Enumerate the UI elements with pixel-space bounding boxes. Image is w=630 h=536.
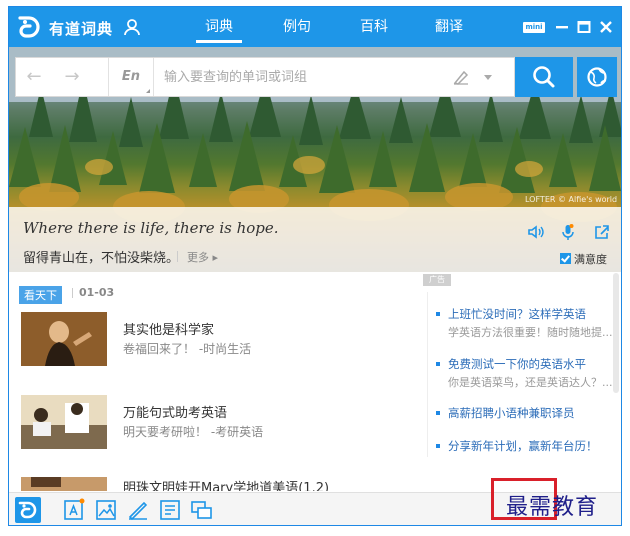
forward-arrow-icon[interactable]: → [62, 68, 82, 88]
article-thumbnail [21, 395, 107, 449]
ad-title: 分享新年计划，赢新年台历！ [448, 439, 598, 453]
logo-icon [18, 16, 40, 38]
bullet-icon [436, 444, 440, 448]
image-translate-icon[interactable] [93, 497, 119, 523]
bullet-icon [436, 362, 440, 366]
web-search-button[interactable] [577, 57, 617, 97]
tab-dictionary[interactable]: 词典 [184, 15, 254, 43]
maximize-icon[interactable] [575, 18, 593, 36]
article-title: 万能句式助考英语 [123, 406, 228, 421]
app-window: 有道词典 词典 例句 百科 翻译 mini ← → En 输入要查询的单词或词组… [8, 6, 622, 526]
globe-icon [587, 67, 607, 87]
article-item[interactable]: 明珠文明娃开Mary学地道美语(1.2) [21, 477, 421, 491]
ad-title: 上班忙没时间？这样学英语 [448, 307, 586, 321]
ad-subtitle: 学英语方法很重要！随时随地提... [448, 326, 613, 339]
course-icon[interactable] [157, 497, 183, 523]
search-input[interactable] [164, 66, 444, 88]
satisfaction-label: 满意度 [574, 253, 607, 266]
article-title: 明珠文明娃开Mary学地道美语(1.2) [123, 481, 330, 491]
app-title: 有道词典 [49, 20, 114, 38]
bullet-icon [436, 411, 440, 415]
article-item[interactable]: 其实他是科学家 卷福回来了！ -时尚生活 [21, 312, 421, 368]
scrollbar[interactable] [613, 273, 619, 393]
photo-credit: LOFTER © Alfie's world [525, 195, 618, 204]
chat-icon[interactable] [189, 497, 215, 523]
daily-sentence-chinese: 留得青山在，不怕没柴烧。 [23, 251, 180, 266]
word-book-icon[interactable] [125, 497, 151, 523]
watermark-text: 最需教育 [506, 495, 599, 520]
microphone-icon[interactable] [559, 223, 577, 241]
content-feed: 看天下 01-03 其实他是科学家 卷福回来了！ -时尚生活 万能句式助考英语 [9, 272, 621, 492]
ad-subtitle: 你是英语菜鸟，还是英语达人？... [448, 376, 613, 389]
handwriting-icon[interactable] [452, 68, 470, 86]
share-icon[interactable] [593, 223, 611, 241]
close-icon[interactable] [597, 18, 615, 36]
user-icon[interactable] [123, 18, 141, 36]
title-bar: 有道词典 词典 例句 百科 翻译 mini [9, 7, 621, 47]
tab-examples[interactable]: 例句 [262, 15, 332, 43]
mini-mode-button[interactable]: mini [523, 22, 545, 33]
word-card-icon[interactable] [61, 497, 87, 523]
tab-encyclopedia[interactable]: 百科 [339, 15, 409, 43]
channel-badge: 看天下 [19, 286, 62, 304]
minimize-icon[interactable] [553, 18, 571, 36]
article-item[interactable]: 万能句式助考英语 明天要考研啦！ -考研英语 [21, 395, 421, 451]
more-sentences-link[interactable]: 更多 ▸ [176, 249, 218, 265]
ad-title: 高薪招聘小语种兼职译员 [448, 406, 575, 420]
language-select[interactable]: En [108, 58, 154, 96]
daily-sentence-english: Where there is life, there is hope. [23, 219, 279, 237]
handwriting-dropdown-icon[interactable] [484, 75, 492, 80]
satisfaction-checkbox[interactable]: 满意度 [560, 251, 607, 267]
article-subtitle: 明天要考研啦！ -考研英语 [123, 425, 264, 439]
ad-label: 广告 [423, 274, 451, 286]
article-thumbnail [21, 312, 107, 366]
search-button[interactable] [515, 57, 573, 97]
speaker-icon[interactable] [527, 223, 545, 241]
dict-home-icon[interactable] [15, 497, 41, 523]
ad-title: 免费测试一下你的英语水平 [448, 357, 586, 371]
search-icon [533, 66, 555, 88]
tab-translate[interactable]: 翻译 [414, 15, 484, 43]
checkbox-checked-icon [560, 253, 571, 264]
bullet-icon [436, 312, 440, 316]
search-bar: ← → En [15, 57, 515, 97]
back-arrow-icon[interactable]: ← [24, 68, 44, 88]
caret-icon [146, 89, 150, 93]
ad-list: 上班忙没时间？这样学英语 学英语方法很重要！随时随地提... 免费测试一下你的英… [427, 292, 621, 457]
article-thumbnail [21, 477, 107, 491]
article-subtitle: 卷福回来了！ -时尚生活 [123, 342, 252, 356]
article-title: 其实他是科学家 [123, 323, 215, 338]
language-label: En [121, 69, 141, 84]
daily-sentence-hero: ← → En LOFTER © Alfie's [9, 47, 621, 272]
feed-date: 01-03 [71, 286, 115, 299]
